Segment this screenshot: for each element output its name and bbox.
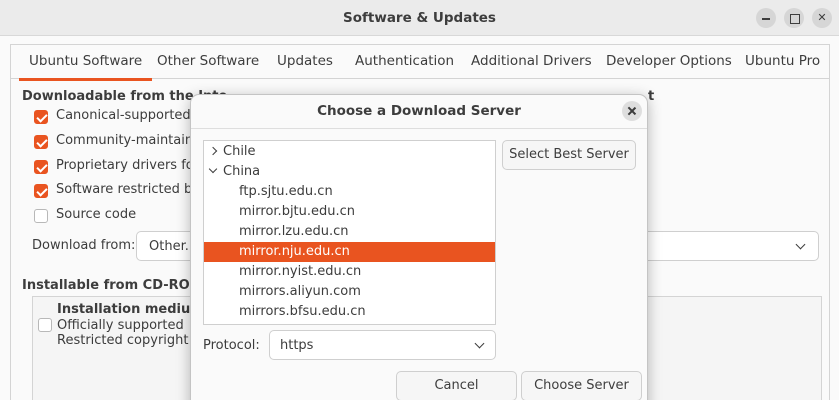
minimize-button[interactable]: [756, 8, 776, 28]
tree-row-server[interactable]: mirror.bjtu.edu.cn: [204, 202, 495, 222]
cdrom-item-line1: Officially supported: [57, 318, 184, 333]
window-titlebar: Software & Updates ✕: [0, 0, 839, 36]
tree-row-server[interactable]: mirrors.bfsu.edu.cn: [204, 302, 495, 322]
chevron-right-icon[interactable]: [208, 146, 218, 156]
cdrom-item-line2: Restricted copyright: [57, 333, 189, 348]
chevron-down-icon: [795, 239, 806, 250]
close-button[interactable]: ✕: [812, 8, 832, 28]
downloadable-heading-tail: t: [648, 89, 655, 104]
dialog-separator: [191, 128, 647, 129]
tree-row-label: mirror.nju.edu.cn: [239, 244, 350, 259]
tree-row-server[interactable]: mirror.nyist.edu.cn: [204, 262, 495, 282]
cancel-button[interactable]: Cancel: [396, 371, 517, 400]
window-title: Software & Updates: [343, 10, 496, 26]
chevron-down-icon: [474, 338, 485, 349]
tab-authentication[interactable]: Authentication: [355, 53, 454, 69]
tree-row-label: mirror.lzu.edu.cn: [239, 224, 349, 239]
checkbox-box[interactable]: [34, 160, 48, 174]
checkbox-label: Community-maintained: [56, 133, 210, 148]
tree-row-label: mirror.bjtu.edu.cn: [239, 204, 356, 219]
tree-row-label: mirrors.bfsu.edu.cn: [239, 304, 366, 319]
checkbox-label: Proprietary drivers for: [56, 158, 200, 173]
checkbox-label: Canonical-supported fr: [56, 108, 205, 123]
protocol-label: Protocol:: [203, 338, 260, 353]
checkbox-box[interactable]: [34, 209, 48, 223]
checkbox-label: Software restricted by c: [56, 182, 212, 197]
checkbox-box[interactable]: [34, 184, 48, 198]
tree-row-server[interactable]: ftp.sjtu.edu.cn: [204, 182, 495, 202]
choose-server-button[interactable]: Choose Server: [521, 371, 642, 400]
tree-row-label: ftp.sjtu.edu.cn: [239, 184, 333, 199]
cdrom-heading: Installable from CD-ROM/D: [22, 278, 219, 293]
protocol-combo[interactable]: https: [269, 330, 496, 360]
dialog-title: Choose a Download Server: [317, 103, 521, 119]
tab-other-software[interactable]: Other Software: [157, 53, 259, 69]
tab-ubuntu-pro[interactable]: Ubuntu Pro: [745, 53, 820, 69]
tree-row-country[interactable]: Chile: [204, 142, 495, 162]
server-tree[interactable]: Chile China ftp.sjtu.edu.cn mirror.bjtu.…: [203, 140, 496, 325]
tree-row-label: Chile: [223, 144, 256, 159]
tree-row-label: mirrors.aliyun.com: [239, 284, 361, 299]
tab-developer-options[interactable]: Developer Options: [606, 53, 732, 69]
tree-row-server[interactable]: mirror.lzu.edu.cn: [204, 222, 495, 242]
tab-additional-drivers[interactable]: Additional Drivers: [471, 53, 592, 69]
cdrom-checkbox[interactable]: [38, 318, 52, 332]
download-from-label: Download from:: [32, 238, 136, 253]
checkbox-label: Source code: [56, 207, 137, 222]
tree-row-server[interactable]: mirrors.aliyun.com: [204, 282, 495, 302]
maximize-button[interactable]: [784, 8, 804, 28]
select-best-server-button[interactable]: Select Best Server: [502, 140, 636, 170]
tab-updates[interactable]: Updates: [277, 53, 333, 69]
tab-ubuntu-software[interactable]: Ubuntu Software: [18, 53, 153, 81]
checkbox-box[interactable]: [34, 135, 48, 149]
tree-row-label: mirror.nyist.edu.cn: [239, 264, 362, 279]
chevron-down-icon[interactable]: [208, 164, 218, 174]
dialog-close-icon[interactable]: [622, 101, 642, 121]
tree-row-country[interactable]: China: [204, 162, 495, 182]
tree-row-label: China: [223, 164, 261, 179]
protocol-value: https: [280, 338, 314, 353]
tab-bar: Ubuntu Software Other Software Updates A…: [11, 45, 829, 81]
tree-row-server-selected[interactable]: mirror.nju.edu.cn: [204, 242, 495, 262]
choose-server-dialog: Choose a Download Server Chile China ftp…: [190, 94, 648, 400]
checkbox-box[interactable]: [34, 110, 48, 124]
